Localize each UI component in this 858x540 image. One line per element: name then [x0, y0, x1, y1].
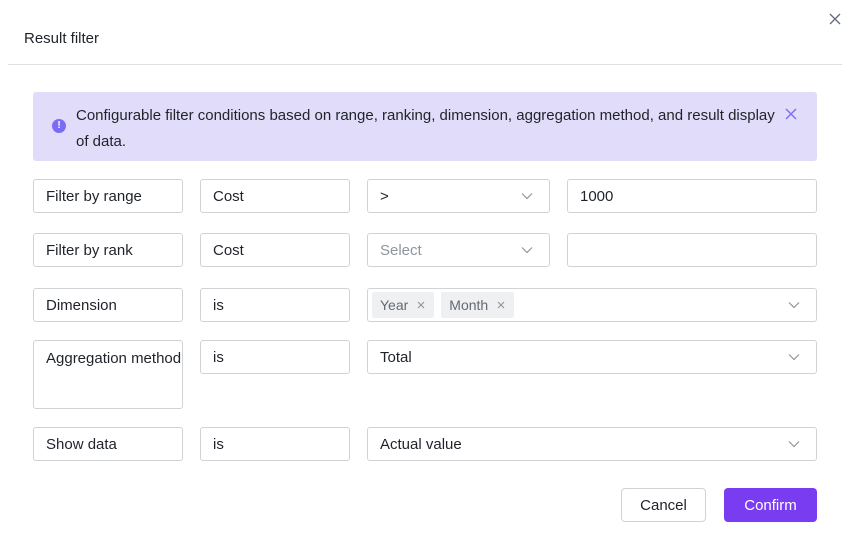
label-filter-by-range: Filter by range	[33, 179, 183, 213]
show-data-select[interactable]: Actual value	[367, 427, 817, 461]
chevron-down-icon	[521, 193, 533, 200]
range-field-input[interactable]: Cost	[200, 179, 350, 213]
chevron-down-icon	[788, 354, 800, 361]
aggregation-select[interactable]: Total	[367, 340, 817, 374]
info-alert: ! Configurable filter conditions based o…	[33, 92, 817, 161]
tag-year: Year	[372, 292, 435, 318]
dialog-title: Result filter	[24, 30, 100, 47]
alert-message: Configurable filter conditions based on …	[76, 107, 775, 150]
label-dimension: Dimension	[33, 288, 183, 322]
range-operator-select[interactable]: >	[367, 179, 550, 213]
cancel-button[interactable]: Cancel	[621, 488, 706, 522]
rank-operator-select[interactable]: Select	[367, 233, 550, 267]
rank-value-input[interactable]	[567, 233, 817, 267]
chevron-down-icon	[521, 247, 533, 254]
range-value-input[interactable]: 1000	[567, 179, 817, 213]
show-data-operator: is	[200, 427, 350, 461]
alert-close-icon[interactable]	[783, 106, 799, 122]
tag-month: Month	[441, 292, 515, 318]
result-filter-dialog: Result filter ! Configurable filter cond…	[0, 0, 858, 540]
close-icon[interactable]	[826, 10, 844, 28]
label-show-data: Show data	[33, 427, 183, 461]
dimension-multiselect[interactable]: Year Month	[367, 288, 817, 322]
confirm-button[interactable]: Confirm	[724, 488, 817, 522]
header-divider	[8, 64, 842, 65]
dimension-operator: is	[200, 288, 350, 322]
rank-field-input[interactable]: Cost	[200, 233, 350, 267]
aggregation-operator: is	[200, 340, 350, 374]
label-filter-by-rank: Filter by rank	[33, 233, 183, 267]
chevron-down-icon	[788, 302, 800, 309]
tag-remove-icon[interactable]	[496, 300, 506, 310]
chevron-down-icon	[788, 441, 800, 448]
label-aggregation-method: Aggregation method	[33, 340, 183, 409]
info-icon: !	[52, 119, 66, 133]
tag-remove-icon[interactable]	[416, 300, 426, 310]
